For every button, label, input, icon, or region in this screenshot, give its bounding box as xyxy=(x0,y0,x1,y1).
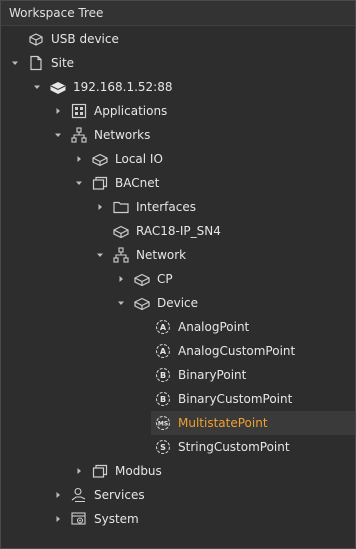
tree-item-system[interactable]: System xyxy=(1,507,355,531)
protocol-icon xyxy=(91,462,109,480)
tree-item-controller[interactable]: 192.168.1.52:88 xyxy=(1,75,355,99)
analog-glyph: A xyxy=(160,347,167,356)
binary-glyph: B xyxy=(160,371,166,380)
chevron-right-icon[interactable] xyxy=(52,483,64,507)
tree-item-modbus[interactable]: Modbus xyxy=(1,459,355,483)
services-icon xyxy=(70,486,88,504)
tree-item-multistate-point[interactable]: MS MultistatePoint xyxy=(151,411,355,435)
chevron-down-icon[interactable] xyxy=(52,123,64,147)
system-icon xyxy=(70,510,88,528)
tree-item-binary-point[interactable]: B BinaryPoint xyxy=(1,363,355,387)
tree-item-label: Networks xyxy=(94,128,151,142)
tree-item-site[interactable]: Site xyxy=(1,51,355,75)
chevron-right-icon[interactable] xyxy=(52,99,64,123)
analog-point-icon: A xyxy=(154,342,172,360)
tree-item-analog-custom-point[interactable]: A AnalogCustomPoint xyxy=(1,339,355,363)
binary-point-icon: B xyxy=(154,366,172,384)
tree-item-label: RAC18-IP_SN4 xyxy=(136,224,221,238)
chevron-down-icon[interactable] xyxy=(31,75,43,99)
tree-item-label: Interfaces xyxy=(136,200,196,214)
workspace-tree: USB device Site 192.168.1.52:88 Applicat… xyxy=(1,27,355,548)
tree-item-label: USB device xyxy=(51,32,119,46)
binary-point-icon: B xyxy=(154,390,172,408)
tree-item-networks[interactable]: Networks xyxy=(1,123,355,147)
tree-item-binary-custom-point[interactable]: B BinaryCustomPoint xyxy=(1,387,355,411)
protocol-icon xyxy=(91,174,109,192)
workspace-tree-panel: Workspace Tree USB device Site 192.168.1… xyxy=(0,0,356,549)
tree-item-network[interactable]: Network xyxy=(1,243,355,267)
local-io-icon xyxy=(91,150,109,168)
analog-glyph: A xyxy=(160,323,167,332)
cp-icon xyxy=(133,270,151,288)
tree-item-label: Device xyxy=(157,296,199,310)
folder-icon xyxy=(112,198,130,216)
tree-item-rac18[interactable]: RAC18-IP_SN4 xyxy=(1,219,355,243)
tree-item-applications[interactable]: Applications xyxy=(1,99,355,123)
tree-item-local-io[interactable]: Local IO xyxy=(1,147,355,171)
chevron-right-icon[interactable] xyxy=(52,507,64,531)
analog-point-icon: A xyxy=(154,318,172,336)
usb-device-icon xyxy=(27,30,45,48)
chevron-down-icon[interactable] xyxy=(73,171,85,195)
chevron-down-icon[interactable] xyxy=(9,51,21,75)
tree-item-label: BinaryCustomPoint xyxy=(178,392,293,406)
tree-item-label: BACnet xyxy=(115,176,160,190)
chevron-right-icon[interactable] xyxy=(73,459,85,483)
string-glyph: S xyxy=(160,443,166,452)
multistate-point-icon: MS xyxy=(154,414,172,432)
tree-item-label: AnalogCustomPoint xyxy=(178,344,296,358)
device-icon xyxy=(133,294,151,312)
tree-item-label: CP xyxy=(157,272,173,286)
tree-item-label: BinaryPoint xyxy=(178,368,247,382)
chevron-right-icon[interactable] xyxy=(94,195,106,219)
tree-item-label: System xyxy=(94,512,139,526)
binary-glyph: B xyxy=(160,395,166,404)
tree-item-label: Modbus xyxy=(115,464,162,478)
panel-title: Workspace Tree xyxy=(1,1,355,26)
string-point-icon: S xyxy=(154,438,172,456)
document-icon xyxy=(27,54,45,72)
tree-item-label: Local IO xyxy=(115,152,163,166)
chevron-down-icon[interactable] xyxy=(115,291,127,315)
device-icon xyxy=(112,222,130,240)
tree-item-cp[interactable]: CP xyxy=(1,267,355,291)
tree-item-label: AnalogPoint xyxy=(178,320,250,334)
tree-item-string-custom-point[interactable]: S StringCustomPoint xyxy=(1,435,355,459)
tree-item-label: 192.168.1.52:88 xyxy=(73,80,173,94)
tree-item-label: StringCustomPoint xyxy=(178,440,290,454)
multistate-glyph: MS xyxy=(158,421,168,428)
tree-item-label: Network xyxy=(136,248,187,262)
tree-item-bacnet[interactable]: BACnet xyxy=(1,171,355,195)
tree-item-usb-device[interactable]: USB device xyxy=(1,27,355,51)
network-icon xyxy=(70,126,88,144)
network-icon xyxy=(112,246,130,264)
tree-item-device[interactable]: Device xyxy=(1,291,355,315)
controller-icon xyxy=(49,78,67,96)
tree-item-label: Applications xyxy=(94,104,168,118)
applications-icon xyxy=(70,102,88,120)
tree-item-interfaces[interactable]: Interfaces xyxy=(1,195,355,219)
tree-item-label: MultistatePoint xyxy=(178,416,268,430)
tree-item-services[interactable]: Services xyxy=(1,483,355,507)
tree-item-label: Site xyxy=(51,56,75,70)
chevron-right-icon[interactable] xyxy=(73,147,85,171)
tree-item-analog-point[interactable]: A AnalogPoint xyxy=(1,315,355,339)
tree-item-label: Services xyxy=(94,488,145,502)
chevron-down-icon[interactable] xyxy=(94,243,106,267)
chevron-right-icon[interactable] xyxy=(115,267,127,291)
